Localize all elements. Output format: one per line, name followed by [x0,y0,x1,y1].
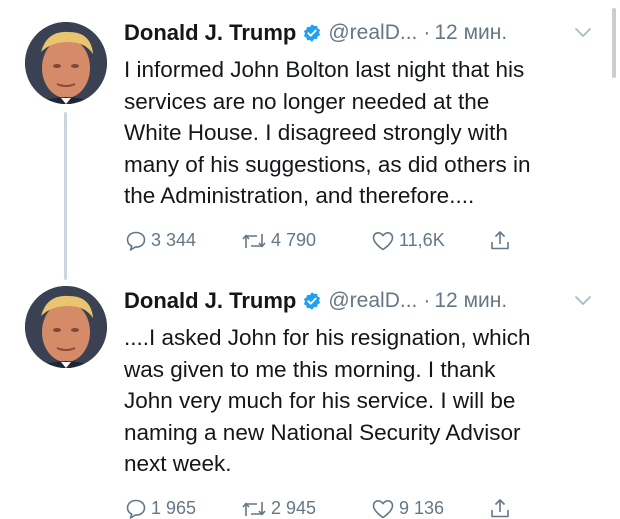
handle[interactable]: @realD... [328,21,417,45]
tweet-text-line: naming a new National Security Advisor [124,419,521,445]
tweet-text: ....I asked John for his resignation, wh… [124,322,592,480]
tweet-text-line: the Administration, and therefore.... [124,183,475,208]
share-icon [491,498,509,517]
tweet-text-line: ....I asked John for his resignation, wh… [124,325,531,350]
display-name[interactable]: Donald J. Trump [124,20,296,46]
chevron-down-icon[interactable] [574,26,592,40]
reply-button[interactable]: 1 965 [124,497,240,519]
reply-icon [126,499,146,519]
separator-dot: · [423,21,431,44]
share-button[interactable] [488,497,518,519]
share-icon [491,230,509,249]
tweet-actions: 3 344 4 790 11,6K [124,226,592,256]
avatar-portrait [25,22,107,104]
tweet-actions: 1 965 2 945 9 136 [124,494,592,519]
retweet-button[interactable]: 2 945 [240,497,370,519]
tweet[interactable]: Donald J. Trump @realD... · 12 мин. I in… [0,0,620,262]
avatar-portrait [25,286,107,368]
heart-icon [372,499,394,518]
verified-badge-icon [304,24,321,42]
retweet-count: 2 945 [271,498,317,518]
retweet-button[interactable]: 4 790 [240,229,370,253]
retweet-count: 4 790 [271,230,317,250]
reply-count: 3 344 [151,230,197,250]
tweet-text-line: White House. I disagreed strongly with [124,120,508,145]
heart-icon [372,231,394,250]
tweet-text-line: many of his suggestions, as did others i… [124,151,531,177]
like-button[interactable]: 9 136 [370,497,488,519]
separator-dot: · [423,289,431,312]
reply-icon [126,231,146,251]
display-name[interactable]: Donald J. Trump [124,288,296,314]
tweet-text: I informed John Bolton last night that h… [124,54,592,212]
like-count: 11,6K [399,230,445,250]
like-button[interactable]: 11,6K [370,229,488,253]
retweet-icon [242,501,266,516]
tweet-text-line: services are no longer needed at the [124,88,490,114]
avatar[interactable] [25,286,107,368]
tweet-text-line: was given to me this morning. I thank [124,356,496,382]
tweet-thread: Donald J. Trump @realD... · 12 мин. I in… [0,0,620,519]
reply-count: 1 965 [151,498,197,518]
verified-badge-icon [304,292,321,310]
reply-button[interactable]: 3 344 [124,229,240,253]
tweet-text-line: next week. [124,451,232,476]
like-count: 9 136 [399,498,445,518]
avatar[interactable] [25,22,107,104]
timestamp[interactable]: 12 мин. [434,289,507,313]
chevron-down-icon[interactable] [574,294,592,308]
tweet-text-line: John very much for his service. I will b… [124,388,516,413]
tweet[interactable]: Donald J. Trump @realD... · 12 мин. ....… [0,262,620,519]
retweet-icon [242,233,266,248]
share-button[interactable] [488,229,518,253]
timestamp[interactable]: 12 мин. [434,21,507,45]
tweet-header: Donald J. Trump @realD... · 12 мин. [124,16,592,50]
tweet-header: Donald J. Trump @realD... · 12 мин. [124,284,592,318]
tweet-text-line: I informed John Bolton last night that h… [124,57,525,82]
handle[interactable]: @realD... [328,289,417,313]
